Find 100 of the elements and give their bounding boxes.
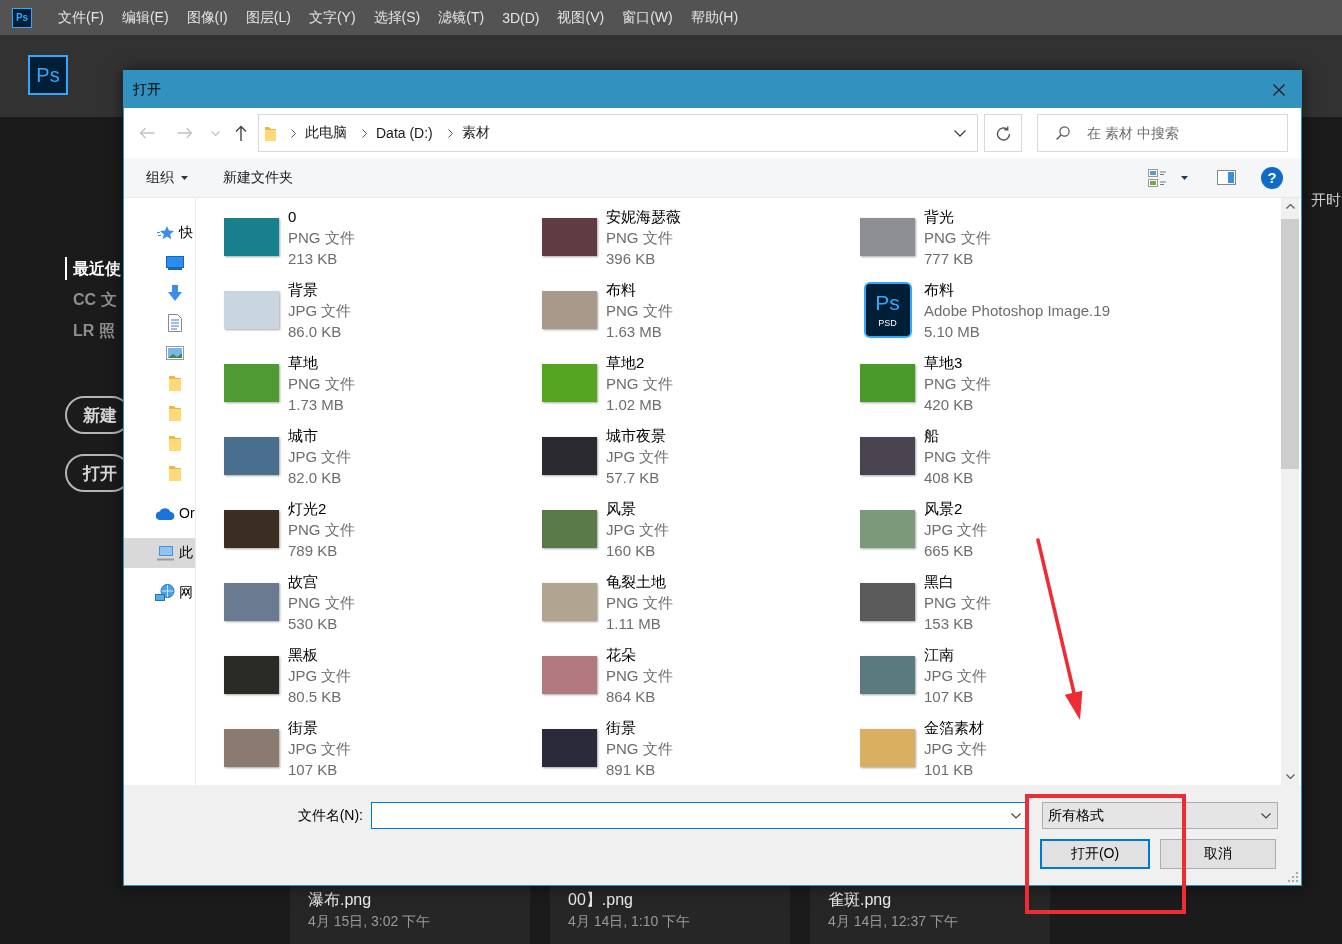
chevron-down-icon[interactable] — [954, 129, 966, 137]
nav-item[interactable]: Or — [124, 498, 195, 528]
file-name[interactable]: 街景 — [606, 717, 636, 738]
file-name[interactable]: 草地3 — [924, 352, 963, 373]
file-type-label: PSD — [878, 318, 897, 329]
scrollbar[interactable] — [1281, 198, 1299, 785]
file-size: 420 KB — [924, 395, 974, 415]
menu-item[interactable]: 图像(I) — [186, 8, 228, 27]
menu-item[interactable]: 滤镜(T) — [438, 8, 485, 27]
file-size: 213 KB — [288, 249, 338, 269]
file-name[interactable]: 黑白 — [924, 571, 954, 592]
file-size: 86.0 KB — [288, 322, 342, 342]
file-name[interactable]: 金箔素材 — [924, 717, 984, 738]
file-name[interactable]: 安妮海瑟薇 — [606, 206, 681, 227]
file-size: 1.02 MB — [606, 395, 662, 415]
file-type: PNG 文件 — [288, 593, 355, 613]
file-name[interactable]: 草地2 — [606, 352, 645, 373]
sidebar-item[interactable]: CC 文 — [65, 288, 117, 311]
file-type: JPG 文件 — [924, 520, 988, 540]
app-logo[interactable]: Ps — [12, 7, 32, 28]
sidebar-item[interactable]: 最近使 — [65, 257, 121, 280]
file-type-dropdown[interactable]: 所有格式 — [1042, 802, 1278, 829]
caret-down-icon[interactable] — [1181, 175, 1188, 180]
chevron-right-icon[interactable] — [362, 128, 367, 138]
file-name: 00】.png — [568, 890, 633, 910]
file-name[interactable]: 江南 — [924, 644, 954, 665]
file-type: JPG 文件 — [606, 447, 670, 467]
chevron-right-icon[interactable] — [447, 128, 453, 138]
file-name[interactable]: 背光 — [924, 206, 954, 227]
refresh-icon — [995, 125, 1011, 141]
file-name[interactable]: 布料 — [606, 279, 636, 300]
file-name[interactable]: 城市夜景 — [606, 425, 666, 446]
folder-icon — [169, 435, 181, 451]
nav-item[interactable]: 快 — [124, 218, 195, 248]
recent-file-card[interactable]: 瀑布.png 4月 15日, 3:02 下午 — [290, 886, 530, 944]
preview-pane-icon[interactable] — [1217, 170, 1236, 185]
file-name[interactable]: 风景 — [606, 498, 636, 519]
nav-item[interactable]: 此 — [124, 538, 195, 568]
chevron-down-icon[interactable] — [1285, 774, 1295, 779]
breadcrumb[interactable]: 素材 — [461, 124, 490, 142]
refresh-button[interactable] — [984, 114, 1022, 152]
menu-item[interactable]: 选择(S) — [373, 8, 421, 27]
up-arrow-icon[interactable] — [235, 125, 247, 141]
file-name[interactable]: 背景 — [288, 279, 318, 300]
resize-grip-icon[interactable] — [1288, 872, 1298, 882]
down-arrow-icon — [167, 285, 183, 301]
file-name[interactable]: 0 — [288, 206, 297, 227]
menu-item[interactable]: 帮助(H) — [690, 8, 739, 27]
file-name[interactable]: 船 — [924, 425, 939, 446]
file-name[interactable]: 黑板 — [288, 644, 318, 665]
file-name[interactable]: 草地 — [288, 352, 318, 373]
file-name[interactable]: 街景 — [288, 717, 318, 738]
help-button[interactable]: ? — [1261, 166, 1283, 189]
menu-item[interactable]: 视图(V) — [557, 8, 605, 27]
file-type: JPG 文件 — [288, 447, 352, 467]
menu-item[interactable]: 图层(L) — [245, 8, 291, 27]
caret-down-icon — [181, 175, 188, 180]
file-name[interactable]: 花朵 — [606, 644, 636, 665]
chevron-down-icon[interactable] — [1011, 813, 1021, 819]
file-name[interactable]: 灯光2 — [288, 498, 327, 519]
file-size: 5.10 MB — [924, 322, 980, 342]
breadcrumb[interactable]: 此电脑 — [305, 124, 347, 142]
address-bar[interactable]: 此电脑 Data (D:) 素材 — [258, 114, 978, 152]
organize-menu-button[interactable]: 组织 — [146, 168, 188, 187]
recent-file-card[interactable]: 雀斑.png 4月 14日, 12:37 下午 — [810, 886, 1050, 944]
nav-item[interactable]: 网 — [124, 578, 195, 608]
chevron-right-icon[interactable] — [291, 128, 296, 138]
scrollbar-thumb[interactable] — [1281, 219, 1299, 469]
menu-item[interactable]: 3D(D) — [502, 9, 540, 26]
close-icon[interactable] — [1273, 83, 1285, 96]
file-type: JPG 文件 — [288, 666, 352, 686]
file-size: 530 KB — [288, 614, 338, 634]
menu-item[interactable]: 文件(F) — [58, 8, 104, 27]
file-name[interactable]: 龟裂土地 — [606, 571, 666, 592]
file-size: 153 KB — [924, 614, 974, 634]
file-type: PNG 文件 — [924, 228, 991, 248]
file-size: 408 KB — [924, 468, 974, 488]
file-name[interactable]: 故宫 — [288, 571, 318, 592]
file-type: PNG 文件 — [924, 374, 991, 394]
chevron-up-icon[interactable] — [1285, 204, 1295, 209]
file-name[interactable]: 城市 — [288, 425, 318, 446]
open-button[interactable]: 打开(O) — [1040, 839, 1150, 869]
file-size: 396 KB — [606, 249, 656, 269]
file-type: PNG 文件 — [924, 593, 991, 613]
breadcrumb[interactable]: Data (D:) — [376, 125, 433, 141]
sidebar-item[interactable]: LR 照 — [65, 319, 115, 342]
file-name-field[interactable] — [371, 802, 1027, 829]
cloud-icon — [154, 506, 176, 520]
cancel-button[interactable]: 取消 — [1160, 839, 1276, 869]
thumbnail-list-icon[interactable] — [1148, 168, 1168, 187]
file-name[interactable]: 布料 — [924, 279, 954, 300]
new-folder-button[interactable]: 新建文件夹 — [223, 168, 293, 187]
file-name[interactable]: 风景2 — [924, 498, 963, 519]
monitor-icon — [166, 256, 184, 270]
menu-item[interactable]: 编辑(E) — [121, 8, 169, 27]
recent-file-card[interactable]: 00】.png 4月 14日, 1:10 下午 — [550, 886, 790, 944]
search-field[interactable]: 在 素材 中搜索 — [1037, 114, 1288, 152]
menu-item[interactable]: 文字(Y) — [308, 8, 356, 27]
menu-item[interactable]: 窗口(W) — [622, 8, 673, 27]
file-name-label: 文件名(N): — [296, 806, 363, 825]
